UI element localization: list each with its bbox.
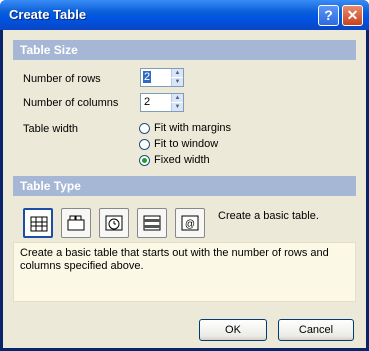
columns-spinner[interactable]: 2 ▲ ▼ [140, 93, 184, 112]
radio-fit-window-icon[interactable] [139, 138, 150, 150]
fit-window-radio[interactable]: Fit to window [139, 138, 218, 150]
dialog-body: Table Size Number of rows 2 ▲ ▼ Number o… [3, 30, 366, 348]
close-button[interactable]: ✕ [342, 5, 363, 26]
fixed-width-label[interactable]: Fixed width [154, 154, 210, 166]
fixed-width-radio[interactable]: Fixed width [139, 154, 210, 166]
email-table-icon: @ [181, 215, 199, 231]
striped-table-button[interactable] [137, 208, 167, 238]
table-type-header: Table Type [13, 176, 356, 196]
radio-fixed-width-icon[interactable] [139, 154, 150, 166]
clock-table-button[interactable] [99, 208, 129, 238]
columns-down-icon[interactable]: ▼ [171, 103, 183, 111]
cancel-button[interactable]: Cancel [278, 319, 354, 341]
basic-table-button[interactable] [23, 208, 53, 238]
table-type-caption: Create a basic table. [218, 210, 319, 222]
fit-window-label[interactable]: Fit to window [154, 138, 218, 150]
basic-table-icon [30, 216, 48, 232]
rows-value[interactable]: 2 [143, 71, 152, 83]
rows-spinner[interactable]: 2 ▲ ▼ [140, 68, 184, 87]
svg-text:@: @ [185, 219, 195, 230]
ok-button[interactable]: OK [199, 319, 267, 341]
fit-margins-label[interactable]: Fit with margins [154, 122, 231, 134]
email-table-button[interactable]: @ [175, 208, 205, 238]
help-button[interactable]: ? [318, 5, 339, 26]
radio-fit-margins-icon[interactable] [139, 122, 150, 134]
tabbed-table-icon [67, 215, 85, 231]
dialog-title: Create Table [9, 7, 87, 22]
table-size-header: Table Size [13, 40, 356, 60]
columns-label: Number of columns [23, 97, 119, 109]
table-width-label: Table width [23, 123, 79, 135]
striped-table-icon [143, 215, 161, 231]
table-type-description: Create a basic table that starts out wit… [13, 242, 356, 302]
rows-label: Number of rows [23, 73, 101, 85]
clock-table-icon [105, 215, 123, 231]
rows-up-icon[interactable]: ▲ [171, 69, 183, 77]
columns-up-icon[interactable]: ▲ [171, 94, 183, 102]
rows-down-icon[interactable]: ▼ [171, 78, 183, 86]
create-table-dialog: Create Table ? ✕ Table Size Number of ro… [0, 0, 369, 351]
tabbed-table-button[interactable] [61, 208, 91, 238]
fit-margins-radio[interactable]: Fit with margins [139, 122, 231, 134]
title-bar[interactable]: Create Table ? ✕ [0, 0, 369, 30]
columns-value[interactable]: 2 [143, 96, 151, 108]
